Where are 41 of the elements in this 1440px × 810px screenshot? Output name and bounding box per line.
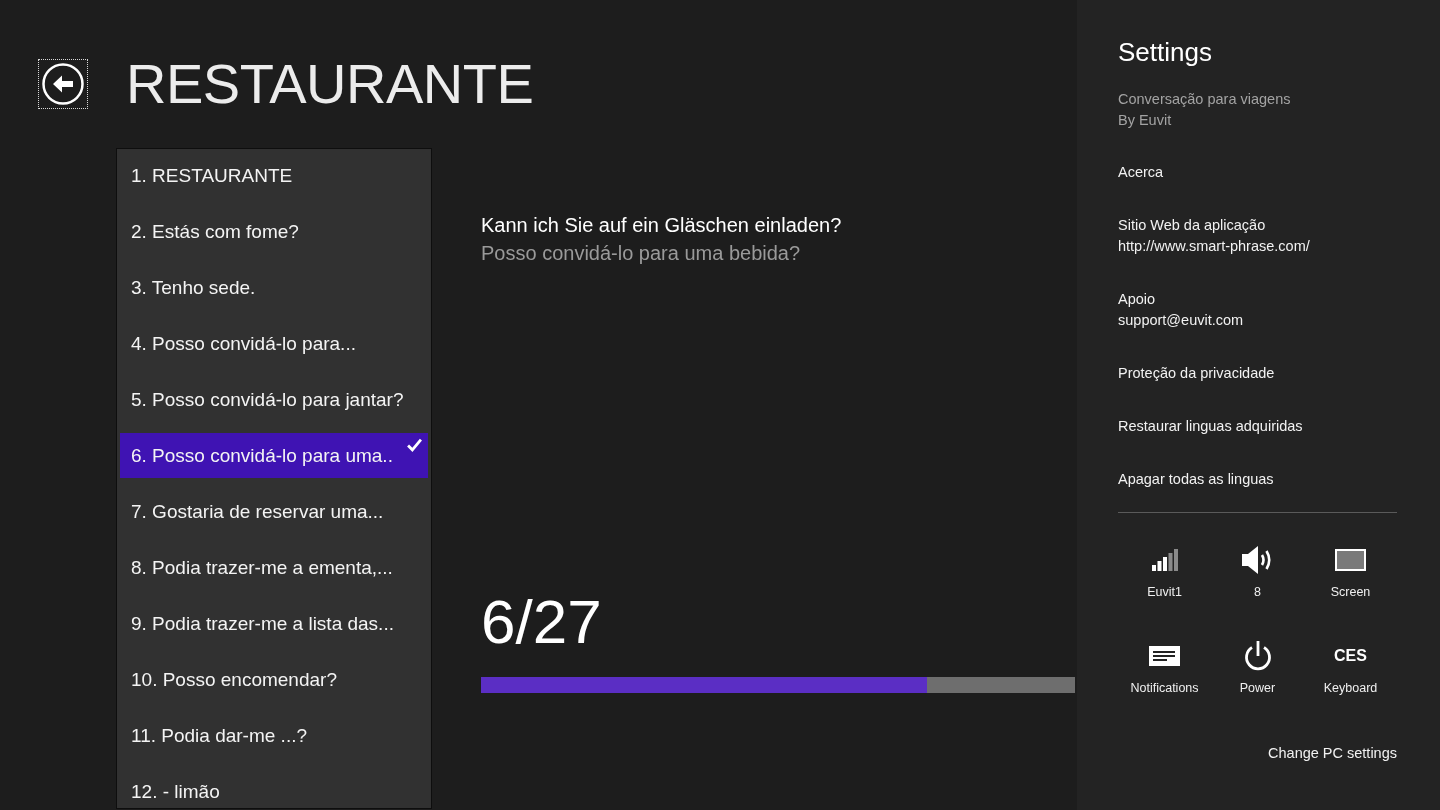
back-button[interactable] [38, 59, 88, 109]
quick-setting-button[interactable]: CES Keyboard [1304, 640, 1397, 697]
settings-command-link[interactable]: Proteção da privacidade [1118, 363, 1275, 384]
phrase-list-item[interactable]: 1. RESTAURANTE [120, 153, 428, 198]
phrase-list-item[interactable]: 3. Tenho sede. [120, 265, 428, 310]
translation-text: Posso convidá-lo para uma bebida? [481, 241, 802, 266]
pane-title: Settings [1118, 36, 1212, 69]
phrase-list-item[interactable]: 10. Posso encomendar? [120, 657, 428, 702]
foreign-phrase-text: Kann ich Sie auf ein Gläschen einladen? [481, 213, 843, 238]
phrase-list-item[interactable]: 6. Posso convidá-lo para uma.. [120, 433, 428, 478]
quick-setting-button[interactable]: Screen [1304, 544, 1397, 601]
publisher-text: By Euvit [1118, 111, 1172, 130]
quick-setting-button[interactable]: Power [1211, 640, 1304, 697]
settings-command-link[interactable]: Apoio [1118, 289, 1156, 310]
quick-setting-button[interactable]: Euvit1 [1118, 544, 1211, 601]
command-detail-text: http://www.smart-phrase.com/ [1118, 237, 1310, 256]
screen-icon [1335, 549, 1366, 571]
phrase-list-item[interactable]: 5. Posso convidá-lo para jantar? [120, 377, 428, 422]
app-name-text: Conversação para viagens [1118, 90, 1291, 109]
message-icon [1149, 646, 1180, 666]
phrase-list-item[interactable]: 12. - limão [120, 769, 428, 808]
pc-settings-link[interactable]: Change PC settings [1268, 743, 1397, 764]
quick-setting-button[interactable]: Notifications [1118, 640, 1211, 697]
settings-command-link[interactable]: Acerca [1118, 162, 1164, 183]
phrase-list-item[interactable]: 7. Gostaria de reservar uma... [120, 489, 428, 534]
power-icon [1242, 640, 1273, 672]
phrase-list-item[interactable]: 9. Podia trazer-me a lista das... [120, 601, 428, 646]
settings-command-link[interactable]: Sitio Web da aplicação [1118, 215, 1266, 236]
phrase-list-item[interactable]: 8. Podia trazer-me a ementa,... [120, 545, 428, 590]
keyboard-layout-glyph: CES [1334, 646, 1367, 666]
phrase-counter: 6/27 [481, 586, 603, 658]
settings-command-link[interactable]: Apagar todas as linguas [1118, 469, 1274, 490]
page-title: RESTAURANTE [126, 54, 534, 114]
phrase-list-item[interactable]: 2. Estás com fome? [120, 209, 428, 254]
settings-command-link[interactable]: Restaurar linguas adquiridas [1118, 416, 1303, 437]
quick-setting-button[interactable]: 8 [1211, 544, 1304, 601]
signal-bars-icon [1151, 549, 1178, 571]
check-icon [407, 438, 422, 452]
phrase-list-item[interactable]: 4. Posso convidá-lo para... [120, 321, 428, 366]
command-detail-text: support@euvit.com [1118, 311, 1244, 330]
phrase-list-item[interactable]: 11. Podia dar-me ...? [120, 713, 428, 758]
